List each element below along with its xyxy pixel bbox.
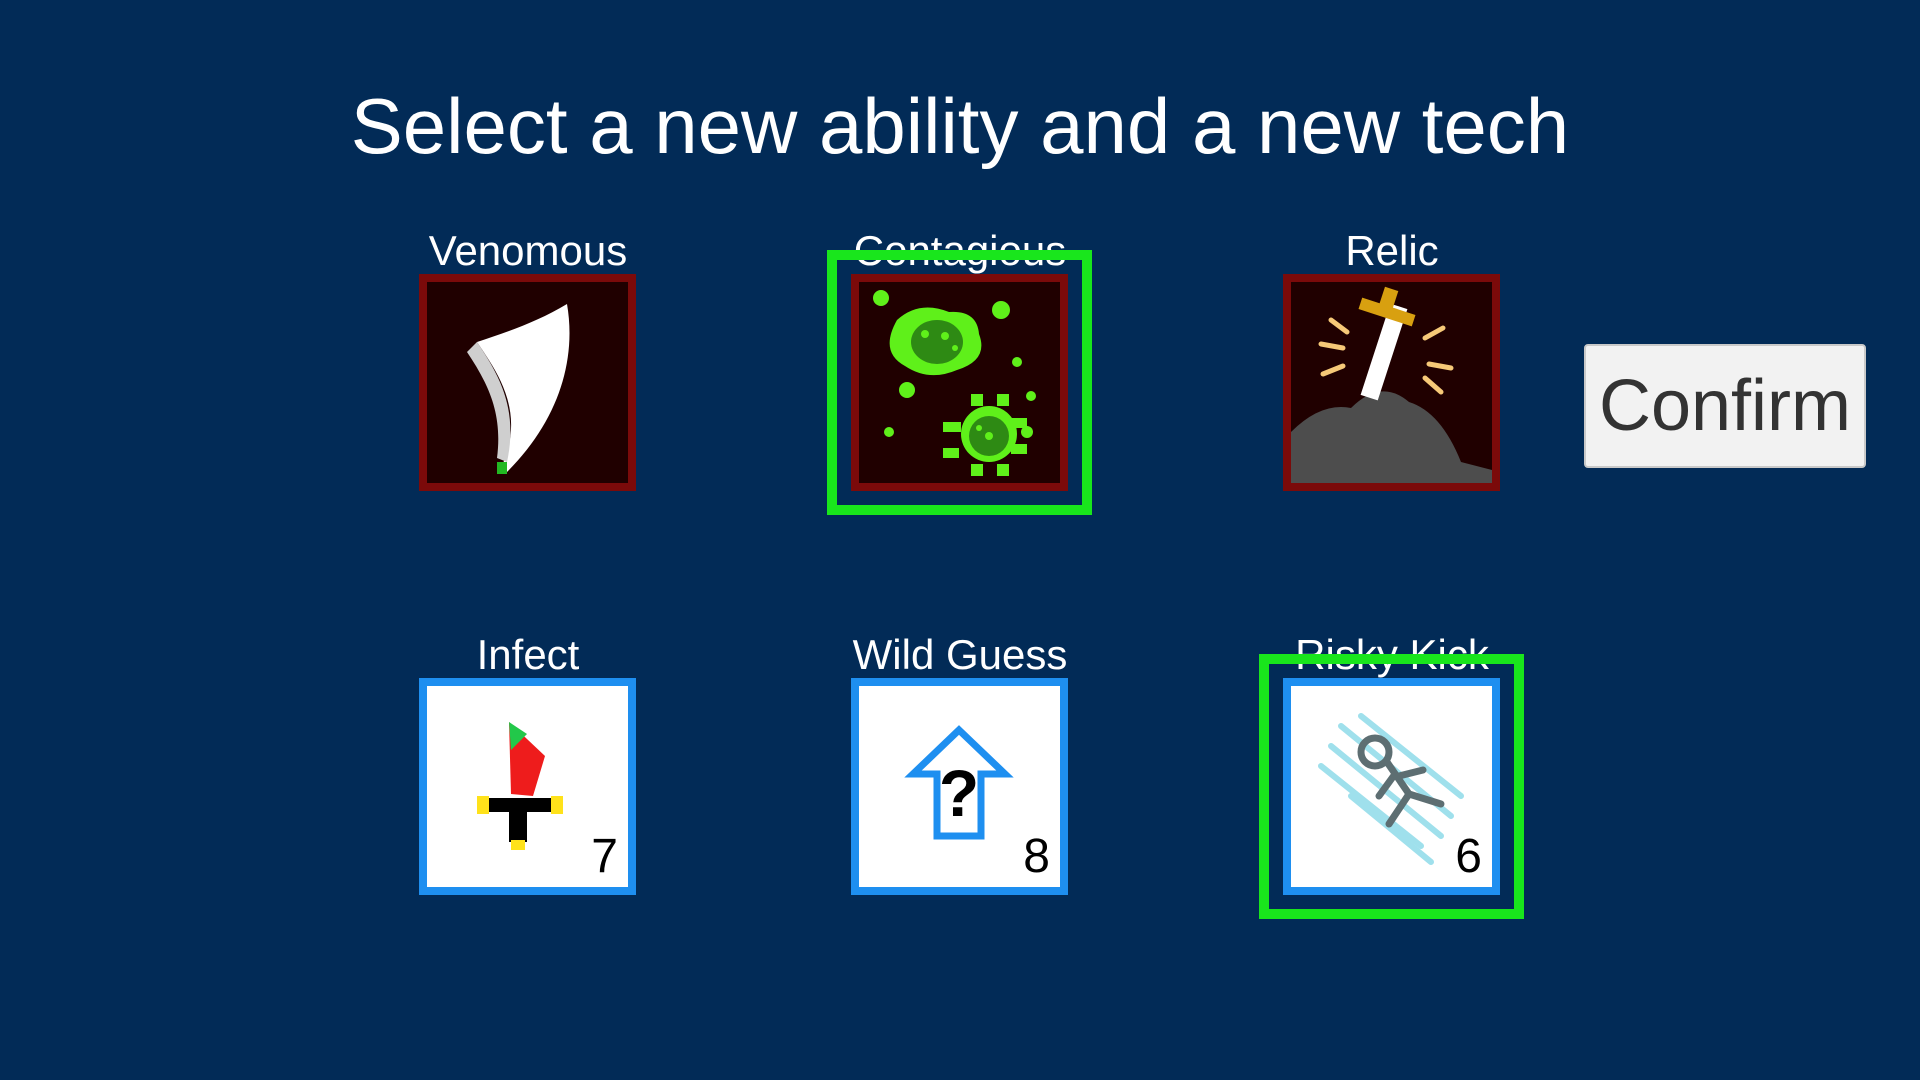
tech-icon-frame[interactable]: 7 [419,678,636,895]
ability-icon-frame[interactable] [1283,274,1500,491]
tech-cost: 6 [1455,830,1482,883]
tech-cost: 7 [591,830,618,883]
page-title: Select a new ability and a new tech [350,82,1570,170]
virus-icon [873,290,1036,476]
tech-card-risky-kick[interactable]: Risky Kick 6 [1259,630,1524,940]
ability-card-venomous[interactable]: Venomous [398,226,658,516]
sword-in-stone-icon [1291,286,1492,483]
fang-icon [467,304,570,474]
tech-card-wild-guess[interactable]: Wild Guess ? 8 [830,630,1090,920]
ability-card-relic[interactable]: Relic [1262,226,1522,516]
ability-label: Relic [1345,227,1439,274]
svg-text:?: ? [939,756,979,830]
tech-card-infect[interactable]: Infect 7 [398,630,658,920]
ability-label: Venomous [428,227,628,274]
tech-icon-frame[interactable]: 6 [1259,654,1524,919]
tech-label: Wild Guess [852,631,1068,678]
tech-label: Risky Kick [1295,631,1489,678]
ability-icon-frame[interactable] [419,274,636,491]
tech-label: Infect [476,631,580,678]
tech-icon-frame[interactable]: ? 8 [851,678,1068,895]
confirm-button[interactable]: Confirm [1584,344,1866,468]
ability-label: Contagious [853,227,1067,274]
ability-card-contagious[interactable]: Contagious [827,226,1092,536]
tech-cost: 8 [1023,830,1050,883]
ability-icon-frame[interactable] [827,250,1092,515]
